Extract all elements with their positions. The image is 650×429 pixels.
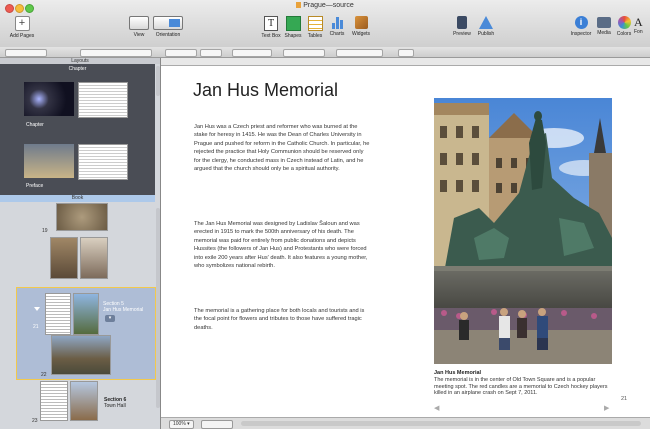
document-icon xyxy=(296,2,302,8)
view-button[interactable]: View xyxy=(126,16,152,38)
horizontal-ruler[interactable] xyxy=(161,58,650,66)
page-thumbnail-image xyxy=(80,237,108,279)
page-thumbnail-text xyxy=(45,293,71,335)
page-thumbnail-selected[interactable]: Section 5 Jan Hus Memorial ▾ 21 22 xyxy=(16,287,156,380)
inspector-button[interactable]: i Inspector xyxy=(568,16,594,37)
zoom-popup[interactable]: 100% ▾ xyxy=(169,420,194,429)
info-icon: i xyxy=(574,16,588,29)
layouts-area: Chapter Chapter Preface xyxy=(0,64,155,196)
page-thumbnail[interactable] xyxy=(40,203,110,231)
format-bar xyxy=(0,47,650,58)
section-label: Section 6 Town Hall xyxy=(104,397,127,409)
toolbar: Prague—source + Add Pages View Orientati… xyxy=(0,0,650,48)
page-thumbnail-text xyxy=(40,381,68,421)
layout-preface-label: Preface xyxy=(26,183,44,189)
alignment-buttons[interactable] xyxy=(283,49,325,57)
layout-chapter-label: Chapter xyxy=(26,122,44,128)
pages-window: Prague—source + Add Pages View Orientati… xyxy=(0,0,650,429)
preview-button[interactable]: Preview xyxy=(450,16,474,37)
page-thumbnails-sidebar: Layouts Chapter Chapter Preface Book 19 xyxy=(0,58,161,429)
bottom-status-bar: 100% ▾ xyxy=(161,417,650,429)
text-box-icon: T xyxy=(264,16,278,31)
body-paragraph[interactable]: The memorial is a gathering place for bo… xyxy=(194,307,370,332)
page-thumbnail-image xyxy=(51,335,111,375)
next-page-arrow-icon[interactable]: ▶ xyxy=(604,404,609,412)
page-number: 21 xyxy=(33,324,39,330)
publish-button[interactable]: Publish xyxy=(474,16,498,37)
colors-button[interactable]: Colors xyxy=(614,16,634,37)
book-section-bar: Book xyxy=(0,195,155,202)
page-number: 19 xyxy=(42,228,48,234)
body-paragraph[interactable]: The Jan Hus Memorial was designed by Lad… xyxy=(194,220,370,270)
section-label: Section 5 Jan Hus Memorial xyxy=(103,301,144,313)
color-wheel-icon xyxy=(617,16,631,29)
layout-preface-cover xyxy=(24,144,74,178)
orientation-button[interactable]: Orientation xyxy=(150,16,186,38)
layout-chapter-cover xyxy=(24,82,74,116)
window-title: Prague—source xyxy=(0,2,650,9)
plus-icon: + xyxy=(14,16,30,31)
widgets-button[interactable]: Widgets xyxy=(348,16,374,37)
photo-caption-title[interactable]: Jan Hus Memorial xyxy=(434,370,481,376)
media-button[interactable]: Media xyxy=(594,16,614,36)
photo-caption[interactable]: The memorial is in the center of Old Tow… xyxy=(434,377,612,397)
page-title[interactable]: Jan Hus Memorial xyxy=(193,80,338,101)
page-thumbnail[interactable] xyxy=(50,237,108,279)
page-thumbnail[interactable] xyxy=(40,381,98,421)
table-icon xyxy=(307,16,323,31)
section-menu-button[interactable]: ▾ xyxy=(105,315,115,322)
charts-button[interactable]: Charts xyxy=(326,16,348,37)
media-icon xyxy=(597,17,611,28)
add-pages-button[interactable]: + Add Pages xyxy=(8,16,36,39)
page-number: 22 xyxy=(41,372,47,378)
preview-device-icon xyxy=(457,16,467,29)
tables-button[interactable]: Tables xyxy=(304,16,326,39)
layouts-section-label: Chapter xyxy=(68,66,87,72)
text-box-button[interactable]: T Text Box xyxy=(260,16,282,39)
layouts-scrollbar[interactable] xyxy=(156,66,160,96)
chart-icon xyxy=(331,16,344,29)
publish-arrow-icon xyxy=(479,16,493,29)
fonts-button[interactable]: A Fon xyxy=(634,15,650,36)
page-thumbnail-image xyxy=(50,237,78,279)
orientation-icon xyxy=(153,16,183,30)
widget-cube-icon xyxy=(354,16,368,29)
page-number-footer: 21 xyxy=(621,396,628,402)
layout-preface-text-page xyxy=(78,144,128,180)
shapes-button[interactable]: Shapes xyxy=(282,16,304,39)
memorial-photo[interactable] xyxy=(434,98,612,364)
font-family-popup[interactable] xyxy=(165,49,197,57)
page-thumbnail-image xyxy=(56,203,108,231)
back-forward-control[interactable] xyxy=(5,49,47,57)
shapes-icon xyxy=(285,16,301,31)
view-icon xyxy=(129,16,149,30)
line-spacing-popup[interactable] xyxy=(336,49,383,57)
horizontal-scrollbar[interactable] xyxy=(241,421,641,426)
layout-chapter[interactable] xyxy=(24,82,128,118)
layout-chapter-text-page xyxy=(78,82,128,118)
page-number: 23 xyxy=(32,418,38,424)
pages-scrollbar[interactable] xyxy=(156,208,160,408)
previous-page-arrow-icon[interactable]: ◀ xyxy=(434,404,439,412)
body-paragraph[interactable]: Jan Hus was a Czech priest and reformer … xyxy=(194,123,370,173)
page-thumbnail-image xyxy=(70,381,98,421)
font-icon: A xyxy=(634,15,643,29)
page-navigation-control[interactable] xyxy=(201,420,233,429)
text-color-well[interactable] xyxy=(232,49,272,57)
paragraph-style-popup[interactable] xyxy=(80,49,152,57)
list-style-popup[interactable] xyxy=(398,49,414,57)
page-thumbnail-image xyxy=(73,293,99,335)
layout-preface[interactable] xyxy=(24,144,128,180)
disclosure-triangle-icon[interactable] xyxy=(34,307,40,311)
font-size-popup[interactable] xyxy=(200,49,222,57)
